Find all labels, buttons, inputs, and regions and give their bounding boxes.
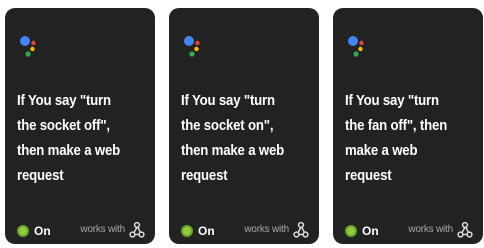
applet-title: If You say "turn the socket on", then ma… [181,92,285,184]
applet-card[interactable]: If You say "turn the socket on", then ma… [169,8,319,244]
applet-footer: On works with [17,220,147,242]
google-assistant-icon [348,36,364,57]
status-label: On [362,224,379,238]
applet-title: If You say "turn the fan off", then make… [345,92,448,184]
applet-grid: If You say "turn the socket off", then m… [0,0,484,248]
works-with-label: works with [408,224,453,235]
applet-card[interactable]: If You say "turn the socket off", then m… [5,8,155,244]
applet-title: If You say "turn the socket off", then m… [17,92,121,184]
status-on-indicator [345,225,357,237]
works-with-label: works with [244,224,289,235]
applet-footer: On works with [345,220,475,242]
status-on-indicator [17,225,29,237]
google-assistant-icon [184,36,200,57]
applet-footer: On works with [181,220,311,242]
status-on-indicator [181,225,193,237]
webhooks-icon [457,221,473,238]
applet-card[interactable]: If You say "turn the fan off", then make… [333,8,483,244]
applet-status-toggle[interactable]: On [17,222,51,240]
webhooks-icon [129,221,145,238]
works-with-label: works with [80,224,125,235]
status-label: On [198,224,215,238]
status-label: On [34,224,51,238]
applet-status-toggle[interactable]: On [181,222,215,240]
google-assistant-icon [20,36,36,57]
applet-status-toggle[interactable]: On [345,222,379,240]
webhooks-icon [293,221,309,238]
